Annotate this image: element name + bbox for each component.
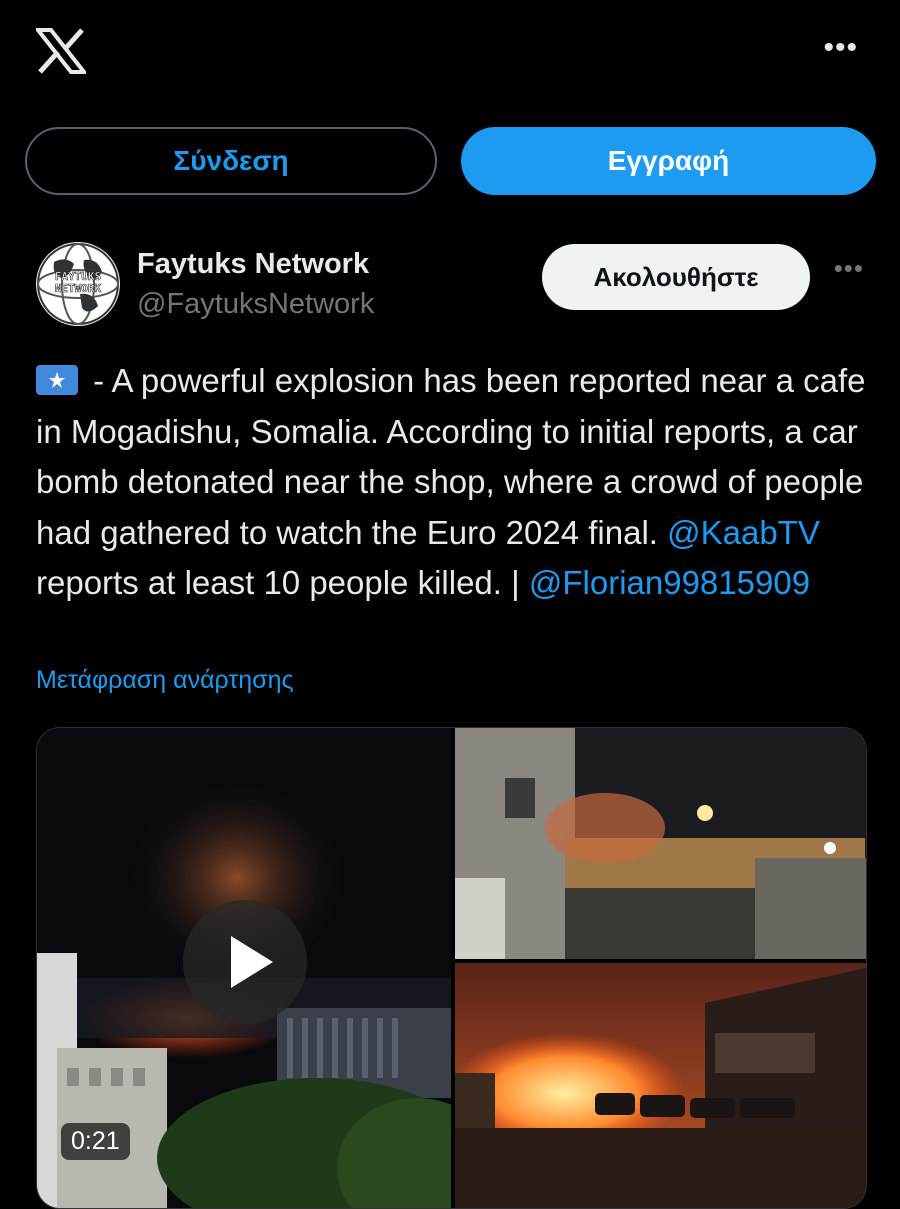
globe-logo-icon: FAYTUKS NETWORK (37, 243, 119, 325)
somalia-flag-icon (36, 365, 78, 395)
mention-kaabtv[interactable]: @KaabTV (667, 514, 820, 551)
post-author: FAYTUKS NETWORK Faytuks Network @Faytuks… (36, 242, 866, 332)
auth-buttons: Σύνδεση Εγγραφή (25, 127, 876, 195)
media-grid: 0:21 (36, 727, 867, 1209)
street-fire-image (455, 963, 866, 1208)
mention-florian[interactable]: @Florian99815909 (529, 564, 810, 601)
follow-button[interactable]: Ακολουθήστε (542, 244, 810, 310)
post-more-icon[interactable]: ••• (834, 255, 864, 281)
avatar[interactable]: FAYTUKS NETWORK (36, 242, 120, 326)
author-name[interactable]: Faytuks Network (137, 248, 369, 281)
media-image-1[interactable] (455, 728, 866, 959)
login-button[interactable]: Σύνδεση (25, 127, 437, 195)
top-bar: ••• (0, 0, 900, 100)
translate-post-link[interactable]: Μετάφραση ανάρτησης (36, 666, 294, 695)
play-icon (231, 936, 273, 988)
play-button[interactable] (183, 900, 307, 1024)
x-logo-icon[interactable] (36, 28, 86, 74)
video-thumbnail[interactable]: 0:21 (37, 728, 451, 1208)
post-body: - A powerful explosion has been reported… (36, 356, 866, 609)
more-options-icon[interactable]: ••• (823, 33, 858, 63)
media-image-2[interactable] (455, 963, 866, 1208)
signup-button[interactable]: Εγγραφή (461, 127, 876, 195)
video-duration: 0:21 (61, 1123, 130, 1160)
avatar-text-line2: NETWORK (55, 282, 102, 295)
author-handle[interactable]: @FaytuksNetwork (137, 288, 374, 321)
burning-building-image (455, 728, 866, 959)
post-text-part2: reports at least 10 people killed. | (36, 564, 529, 601)
